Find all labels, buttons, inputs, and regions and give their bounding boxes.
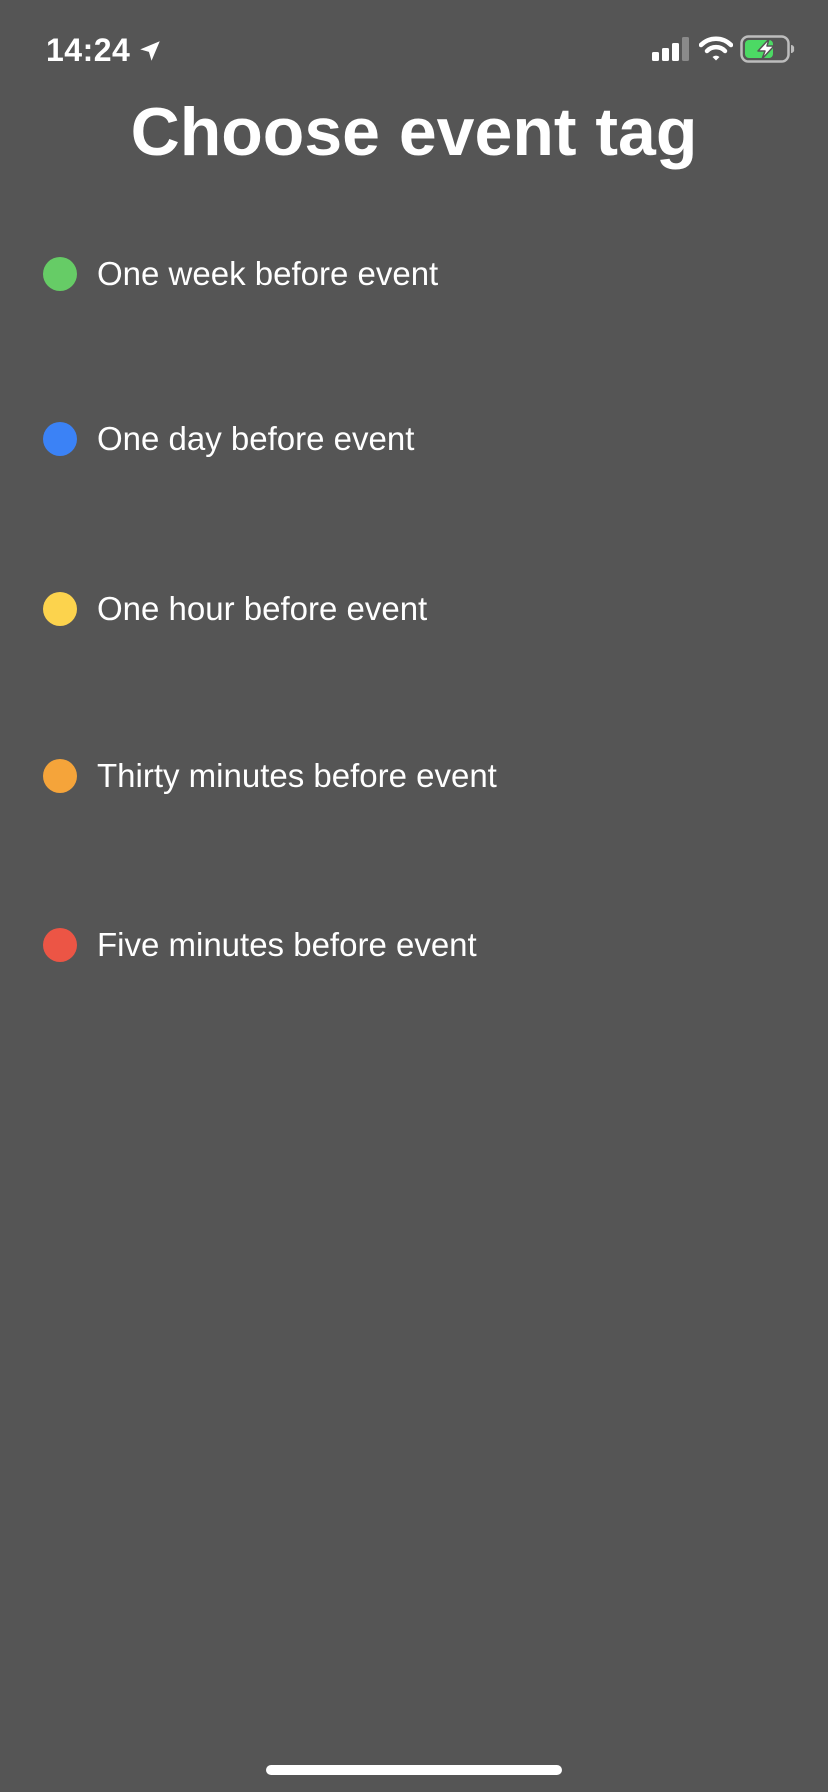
tag-option-one-hour[interactable]: One hour before event	[26, 569, 586, 649]
tag-label: One day before event	[97, 420, 415, 457]
tag-label: One week before event	[97, 255, 439, 292]
page-title: Choose event tag	[130, 94, 698, 170]
cellular-signal-icon	[652, 37, 689, 61]
tag-label: One hour before event	[97, 590, 428, 627]
wifi-icon	[699, 36, 733, 61]
tag-option-five-minutes[interactable]: Five minutes before event	[26, 905, 586, 985]
home-indicator[interactable]	[266, 1765, 562, 1775]
tag-option-one-week[interactable]: One week before event	[26, 234, 586, 314]
tag-option-one-day[interactable]: One day before event	[26, 399, 586, 479]
blue-dot-icon	[43, 422, 77, 456]
battery-charging-icon	[740, 35, 795, 63]
red-dot-icon	[43, 928, 77, 962]
tag-label: Five minutes before event	[97, 926, 477, 963]
green-dot-icon	[43, 257, 77, 291]
orange-dot-icon	[43, 759, 77, 793]
tag-option-thirty-minutes[interactable]: Thirty minutes before event	[26, 736, 586, 816]
yellow-dot-icon	[43, 592, 77, 626]
status-time: 14:24	[46, 32, 131, 68]
tag-label: Thirty minutes before event	[97, 757, 497, 794]
status-bar: 14:24	[0, 0, 828, 100]
location-arrow-icon	[140, 41, 160, 61]
